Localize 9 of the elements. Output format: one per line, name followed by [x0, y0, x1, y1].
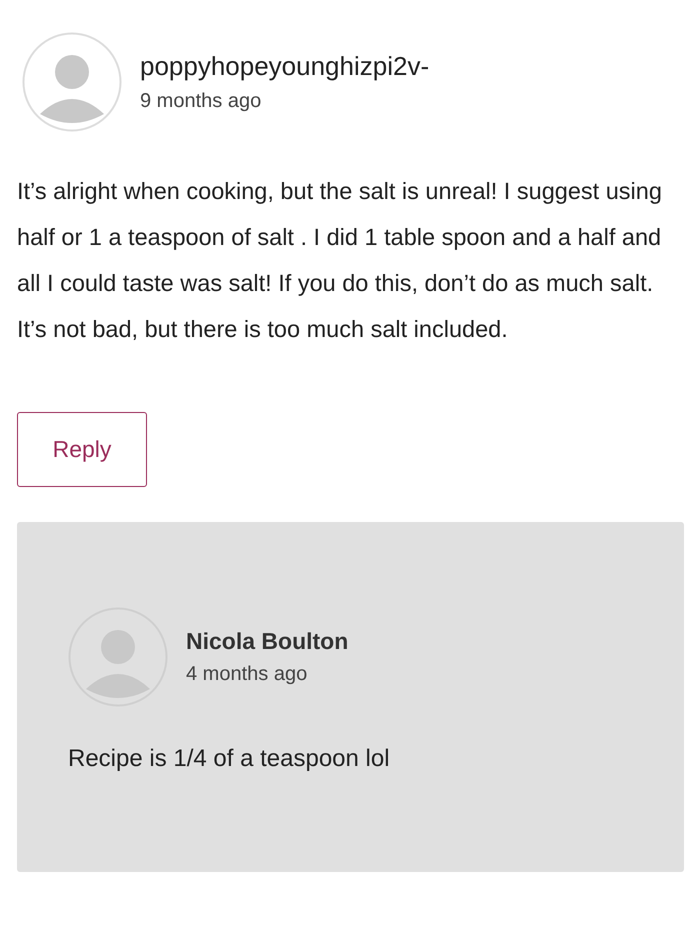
timestamp: 4 months ago	[186, 663, 308, 686]
comment-text: It’s alright when cooking, but the salt is unreal! I suggest using half or 1 a teaspoon of salt . I did 1 table spoon and a half and all I could taste was salt! If you do this, don’t do as much salt. It’s not bad, but there is too much salt included.	[17, 177, 663, 344]
reply-text: Recipe is 1/4 of a teaspoon lol	[68, 745, 391, 773]
username: Nicola Boulton	[186, 628, 348, 655]
username: poppyhopeyounghizpi2v-	[140, 51, 430, 82]
reply-button[interactable]: Reply	[17, 412, 147, 487]
timestamp: 9 months ago	[140, 90, 262, 113]
avatar-icon	[68, 607, 168, 707]
avatar-icon	[22, 32, 122, 132]
